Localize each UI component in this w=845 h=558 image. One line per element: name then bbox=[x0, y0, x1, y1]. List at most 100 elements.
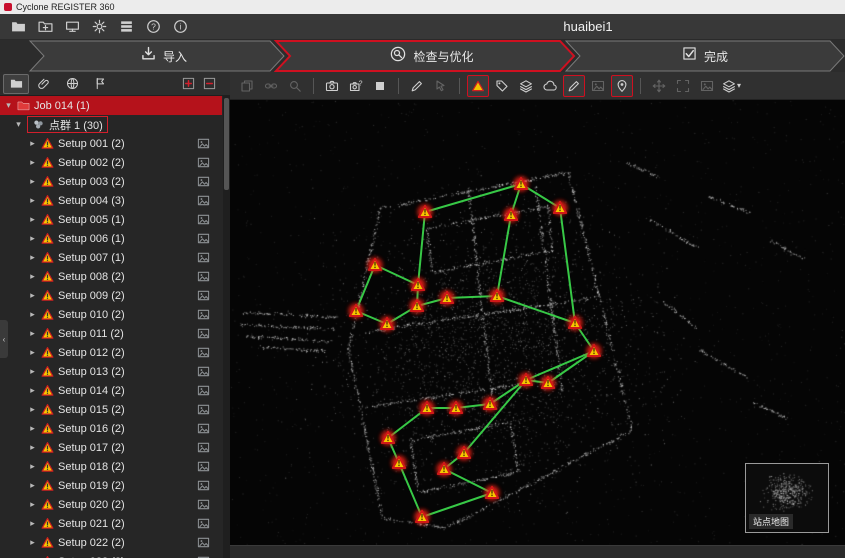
tree-item-setup[interactable]: ▸Setup 020 (2) bbox=[0, 495, 222, 514]
setup-marker[interactable] bbox=[568, 316, 583, 331]
tree-item-setup[interactable]: ▸Setup 007 (1) bbox=[0, 248, 222, 267]
setup-link-line[interactable] bbox=[447, 296, 497, 298]
expand-arrow-icon[interactable]: ▸ bbox=[28, 176, 37, 187]
expand-arrow-icon[interactable]: ▸ bbox=[28, 157, 37, 168]
sidebar-tab-bookmarks[interactable] bbox=[87, 74, 113, 94]
expand-arrow-icon[interactable]: ▸ bbox=[28, 138, 37, 149]
setup-marker[interactable] bbox=[411, 278, 426, 293]
move-setup-button[interactable] bbox=[648, 75, 670, 97]
new-project-button[interactable] bbox=[33, 16, 58, 38]
zoom-window-button[interactable] bbox=[284, 75, 306, 97]
setup-link-line[interactable] bbox=[422, 493, 492, 517]
expand-arrow-icon[interactable]: ▸ bbox=[28, 290, 37, 301]
setup-marker[interactable] bbox=[410, 299, 425, 314]
tree-item-setup[interactable]: ▸Setup 017 (2) bbox=[0, 438, 222, 457]
thumbnail-icon[interactable] bbox=[197, 251, 210, 264]
help-button[interactable]: ? bbox=[141, 16, 166, 38]
scrollbar-thumb[interactable] bbox=[224, 98, 229, 190]
link-views-button[interactable] bbox=[260, 75, 282, 97]
workflow-step-review[interactable] bbox=[276, 41, 574, 71]
thumbnail-icon[interactable] bbox=[197, 270, 210, 283]
setup-marker[interactable] bbox=[392, 456, 407, 471]
tree-item-setup[interactable]: ▸Setup 023 (2) bbox=[0, 552, 222, 558]
tree-item-setup[interactable]: ▸Setup 021 (2) bbox=[0, 514, 222, 533]
setup-marker[interactable] bbox=[420, 401, 435, 416]
thumbnail-icon[interactable] bbox=[197, 175, 210, 188]
show-cloud-button[interactable] bbox=[539, 75, 561, 97]
expand-arrow-icon[interactable]: ▸ bbox=[28, 480, 37, 491]
setup-link-line[interactable] bbox=[444, 469, 492, 493]
thumbnail-icon[interactable] bbox=[197, 194, 210, 207]
thumbnail-icon[interactable] bbox=[197, 498, 210, 511]
setup-link-line[interactable] bbox=[399, 463, 422, 517]
tree-item-setup[interactable]: ▸Setup 008 (2) bbox=[0, 267, 222, 286]
setup-marker[interactable] bbox=[437, 462, 452, 477]
workflow-step-finish[interactable] bbox=[566, 41, 844, 71]
minimap[interactable]: 站点地图 bbox=[745, 463, 829, 533]
tree-item-setup[interactable]: ▸Setup 001 (2) bbox=[0, 134, 222, 153]
tree-item-job[interactable]: ▾ Job 014 (1) bbox=[0, 96, 222, 115]
tree-item-setup[interactable]: ▸Setup 015 (2) bbox=[0, 400, 222, 419]
workflow-step-import[interactable] bbox=[30, 41, 284, 71]
tree-item-setup[interactable]: ▸Setup 006 (1) bbox=[0, 229, 222, 248]
tree-item-setup[interactable]: ▸Setup 003 (2) bbox=[0, 172, 222, 191]
thumbnail-icon[interactable] bbox=[197, 327, 210, 340]
thumbnail-icon[interactable] bbox=[197, 536, 210, 549]
thumbnail-icon[interactable] bbox=[197, 308, 210, 321]
setup-marker[interactable] bbox=[553, 201, 568, 216]
image-view-button[interactable] bbox=[696, 75, 718, 97]
setup-marker[interactable] bbox=[483, 397, 498, 412]
setup-marker[interactable] bbox=[504, 208, 519, 223]
thumbnail-icon[interactable] bbox=[197, 422, 210, 435]
expand-arrow-icon[interactable]: ▸ bbox=[28, 366, 37, 377]
setup-marker[interactable] bbox=[449, 401, 464, 416]
thumbnail-icon[interactable] bbox=[197, 384, 210, 397]
setup-marker[interactable] bbox=[541, 376, 556, 391]
setup-marker[interactable] bbox=[587, 344, 602, 359]
measure-button[interactable] bbox=[406, 75, 428, 97]
expand-arrow-icon[interactable]: ▸ bbox=[28, 309, 37, 320]
thumbnail-icon[interactable] bbox=[197, 365, 210, 378]
expand-arrow-icon[interactable]: ▸ bbox=[28, 214, 37, 225]
copy-view-button[interactable] bbox=[236, 75, 258, 97]
setup-marker[interactable] bbox=[381, 431, 396, 446]
thumbnail-icon[interactable] bbox=[197, 213, 210, 226]
thumbnail-icon[interactable] bbox=[197, 137, 210, 150]
setup-link-line[interactable] bbox=[560, 208, 575, 323]
about-button[interactable]: i bbox=[168, 16, 193, 38]
expand-arrow-icon[interactable]: ▸ bbox=[28, 195, 37, 206]
collapse-all-button[interactable] bbox=[201, 75, 218, 92]
collapse-arrow-icon[interactable]: ▾ bbox=[14, 119, 23, 130]
tree-item-cluster[interactable]: ▾ 点群 1 (30) bbox=[0, 115, 222, 134]
show-links-button[interactable] bbox=[515, 75, 537, 97]
tree-item-setup[interactable]: ▸Setup 009 (2) bbox=[0, 286, 222, 305]
thumbnail-icon[interactable] bbox=[197, 460, 210, 473]
thumbnail-icon[interactable] bbox=[197, 403, 210, 416]
expand-arrow-icon[interactable]: ▸ bbox=[28, 404, 37, 415]
draw-links-button[interactable] bbox=[563, 75, 585, 97]
tree-item-setup[interactable]: ▸Setup 004 (3) bbox=[0, 191, 222, 210]
expand-arrow-icon[interactable]: ▸ bbox=[28, 518, 37, 529]
show-labels-button[interactable] bbox=[491, 75, 513, 97]
sidebar-scrollbar[interactable] bbox=[223, 96, 230, 558]
expand-arrow-icon[interactable]: ▸ bbox=[28, 252, 37, 263]
setup-marker[interactable] bbox=[440, 291, 455, 306]
expand-all-button[interactable] bbox=[180, 75, 197, 92]
tree-item-setup[interactable]: ▸Setup 013 (2) bbox=[0, 362, 222, 381]
setup-marker[interactable] bbox=[514, 177, 529, 192]
sidebar-tab-attachments[interactable] bbox=[31, 74, 57, 94]
expand-arrow-icon[interactable]: ▸ bbox=[28, 328, 37, 339]
show-geotags-button[interactable] bbox=[611, 75, 633, 97]
fit-view-button[interactable] bbox=[672, 75, 694, 97]
expand-arrow-icon[interactable]: ▸ bbox=[28, 499, 37, 510]
setup-marker[interactable] bbox=[457, 446, 472, 461]
tree-item-setup[interactable]: ▸Setup 014 (2) bbox=[0, 381, 222, 400]
setup-marker[interactable] bbox=[349, 304, 364, 319]
sidebar-collapse-handle[interactable]: ‹ bbox=[0, 320, 8, 358]
show-setups-button[interactable] bbox=[467, 75, 489, 97]
expand-arrow-icon[interactable]: ▸ bbox=[28, 423, 37, 434]
tree-item-setup[interactable]: ▸Setup 019 (2) bbox=[0, 476, 222, 495]
expand-arrow-icon[interactable]: ▸ bbox=[28, 461, 37, 472]
setup-link-line[interactable] bbox=[497, 215, 511, 296]
expand-arrow-icon[interactable]: ▸ bbox=[28, 271, 37, 282]
